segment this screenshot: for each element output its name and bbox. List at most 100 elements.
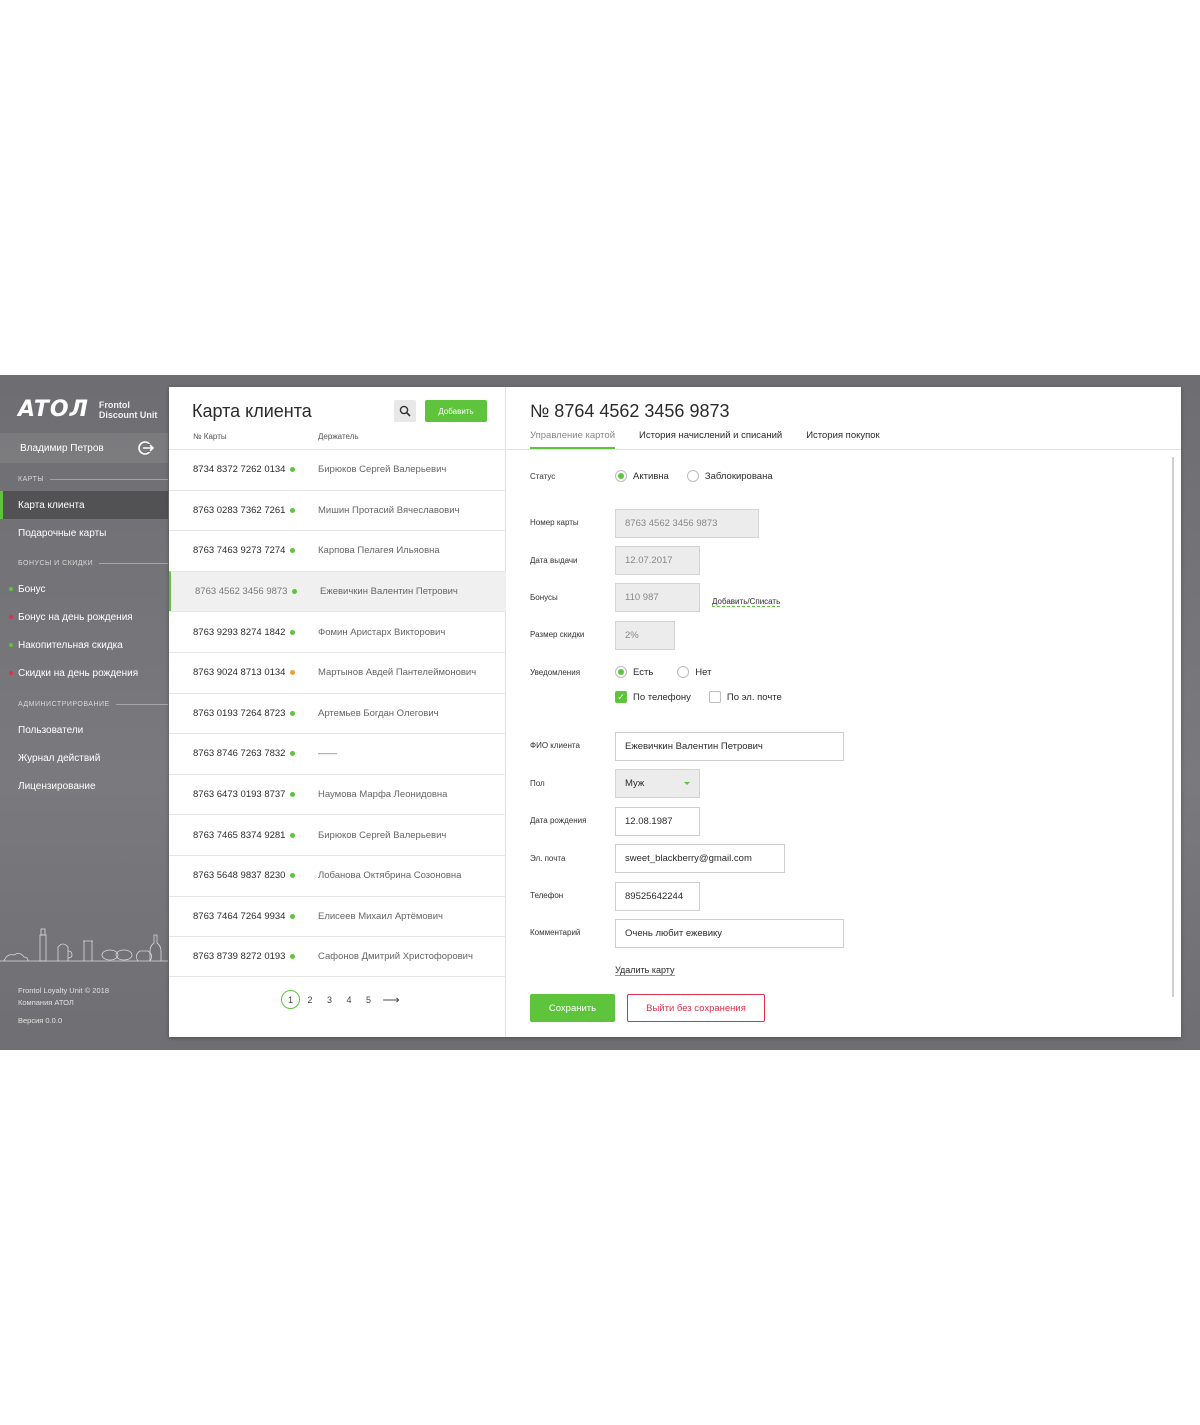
holder-cell: Артемьев Богдан Олегович [318, 707, 439, 719]
user-row: Владимир Петров [0, 433, 168, 463]
card-number-field: 8763 4562 3456 9873 [615, 509, 759, 538]
notif-yes-label: Есть [633, 666, 654, 678]
save-button[interactable]: Сохранить [530, 994, 615, 1022]
status-dot-inactive [9, 615, 13, 619]
sidebar-item-cumulative-discount[interactable]: Накопительная скидка [0, 631, 168, 659]
table-row[interactable]: 8763 9293 8274 1842 Фомин Аристарх Виктор… [169, 611, 506, 652]
table-row[interactable]: 8763 6473 0193 8737 Наумова Марфа Леонидо… [169, 773, 506, 815]
add-card-button[interactable]: Добавить [425, 400, 487, 422]
logo-sub-line-1: Frontol [98, 399, 130, 410]
sidebar-item-users[interactable]: Пользователи [0, 716, 168, 744]
page-3[interactable]: 3 [320, 990, 339, 1009]
issue-date-field: 12.07.2017 [615, 546, 700, 575]
discount-field: 2% [615, 621, 675, 650]
tab-card-management[interactable]: Управление картой [530, 430, 616, 449]
card-number-cell: 8763 0193 7264 8723 [193, 707, 286, 719]
holder-cell: Ежевичкин Валентин Петрович [320, 586, 458, 598]
status-dot [290, 792, 295, 798]
card-number-cell: 8763 8739 8272 0193 [193, 950, 286, 962]
table-row[interactable]: 8763 7464 7264 9934 Елисеев Михаил Артёмо… [169, 895, 506, 937]
sidebar-item-gift-cards[interactable]: Подарочные карты [0, 519, 168, 547]
table-row[interactable]: 8763 0193 7264 8723 Артемьев Богдан Олего… [169, 692, 506, 734]
email-field[interactable]: sweet_blackberry@gmail.com [615, 844, 785, 873]
exit-without-saving-button[interactable]: Выйти без сохранения [627, 994, 765, 1022]
table-row[interactable]: 8763 0283 7362 7261 Мишин Протасий Вячесл… [169, 489, 506, 531]
notif-no-radio[interactable] [677, 666, 690, 678]
search-button[interactable] [394, 400, 416, 422]
status-active-label: Активна [633, 470, 669, 482]
pagination: 1 2 3 4 5 ⟶ [281, 990, 400, 1009]
status-dot [290, 629, 295, 635]
comment-field[interactable]: Очень любит ежевику [615, 919, 844, 948]
search-icon [399, 405, 411, 417]
page-2[interactable]: 2 [301, 990, 320, 1009]
scrollbar[interactable] [1172, 457, 1174, 997]
phone-field[interactable]: 89525642244 [615, 882, 700, 911]
sidebar-item-label: Журнал действий [18, 752, 101, 764]
footer-version: Версия 0.0.0 [18, 1016, 63, 1025]
logout-icon[interactable] [138, 440, 154, 456]
sidebar-item-birthday-discount[interactable]: Скидки на день рождения [0, 659, 168, 687]
logo: ATOЛ Frontol Discount Unit [18, 397, 157, 422]
status-dot [290, 710, 295, 716]
status-dot [290, 751, 295, 757]
sidebar-item-label: Подарочные карты [18, 527, 107, 539]
sidebar-item-action-log[interactable]: Журнал действий [0, 744, 168, 772]
notif-yes-radio[interactable] [615, 666, 627, 678]
status-label: Статус [530, 472, 556, 481]
by-email-checkbox[interactable] [708, 691, 721, 703]
notif-no-label: Нет [695, 666, 712, 678]
table-row[interactable]: 8763 8739 8272 0193 Сафонов Дмитрий Христ… [169, 936, 506, 977]
table-row[interactable]: 8763 7463 9273 7274 Карпова Пелагея Ильяо… [169, 530, 506, 571]
detail-tabs: Управление картой История начислений и с… [530, 430, 904, 449]
column-header-holder: Держатель [318, 432, 359, 441]
table-row[interactable]: 8763 9024 8713 0134 Мартынов Авдей Пантел… [169, 651, 506, 693]
by-phone-checkbox[interactable]: ✓ [615, 691, 627, 703]
comment-label: Комментарий [530, 928, 581, 937]
sidebar-item-bonus[interactable]: Бонус [0, 575, 168, 603]
page-5[interactable]: 5 [359, 990, 378, 1009]
chevron-down-icon [684, 782, 690, 785]
issue-date-label: Дата выдачи [530, 556, 578, 565]
gender-select[interactable]: Муж [615, 769, 700, 798]
status-dot [292, 589, 297, 595]
page-4[interactable]: 4 [340, 990, 359, 1009]
page-1[interactable]: 1 [281, 990, 300, 1009]
sidebar-item-label: Карта клиента [18, 499, 85, 511]
sidebar-item-licensing[interactable]: Лицензирование [0, 772, 168, 800]
status-dot-active [9, 587, 13, 591]
table-row[interactable]: 8763 5648 9837 8230 Лобанова Октябрина Со… [169, 854, 506, 896]
holder-cell: Мартынов Авдей Пантелеймонович [318, 667, 477, 679]
add-writeoff-bonus-link[interactable]: Добавить/Списать [712, 597, 781, 607]
table-row[interactable]: 8734 8372 7262 0134 Бирюков Сергей Валерь… [169, 449, 506, 490]
full-name-field[interactable]: Ежевичкин Валентин Петрович [615, 732, 844, 761]
section-bonus-label: БОНУСЫ И СКИДКИ [18, 560, 94, 567]
section-admin: АДМИНИСТРИРОВАНИЕ [0, 701, 168, 708]
sidebar-item-client-card[interactable]: Карта клиента [0, 491, 168, 519]
section-bonus: БОНУСЫ И СКИДКИ [0, 560, 168, 567]
sidebar-item-label: Бонус [18, 583, 46, 595]
table-row[interactable]: 8763 4562 3456 9873 Ежевичкин Валентин Пе… [169, 570, 506, 612]
user-name: Владимир Петров [20, 442, 104, 454]
delete-card-link[interactable]: Удалить карту [615, 965, 675, 976]
table-row[interactable]: 8763 7465 8374 9281 Бирюков Сергей Валерь… [169, 814, 506, 855]
table-row[interactable]: 8763 8746 7263 7832 —— [169, 733, 506, 774]
bonuses-field: 110 987 [615, 583, 700, 612]
card-number-cell: 8763 0283 7362 7261 [193, 504, 286, 516]
status-blocked-radio[interactable] [686, 470, 699, 482]
birth-date-field[interactable]: 12.08.1987 [615, 807, 700, 836]
status-active-radio[interactable] [615, 470, 627, 482]
notifications-radio-group: Есть Нет [615, 666, 711, 678]
tab-divider [507, 449, 1181, 450]
card-number-cell: 8763 7465 8374 9281 [193, 829, 286, 841]
status-dot [290, 670, 295, 676]
sidebar-item-birthday-bonus[interactable]: Бонус на день рождения [0, 603, 168, 631]
next-page-arrow-icon[interactable]: ⟶ [383, 993, 400, 1007]
status-dot-inactive [9, 671, 13, 675]
tab-purchase-history[interactable]: История покупок [806, 430, 880, 449]
card-detail-pane: № 8764 4562 3456 9873 Управление картой … [507, 387, 1181, 1037]
notifications-label: Уведомления [530, 668, 581, 677]
card-number-cell: 8763 4562 3456 9873 [195, 586, 288, 598]
status-dot [290, 548, 295, 554]
tab-accrual-history[interactable]: История начислений и списаний [639, 430, 782, 449]
